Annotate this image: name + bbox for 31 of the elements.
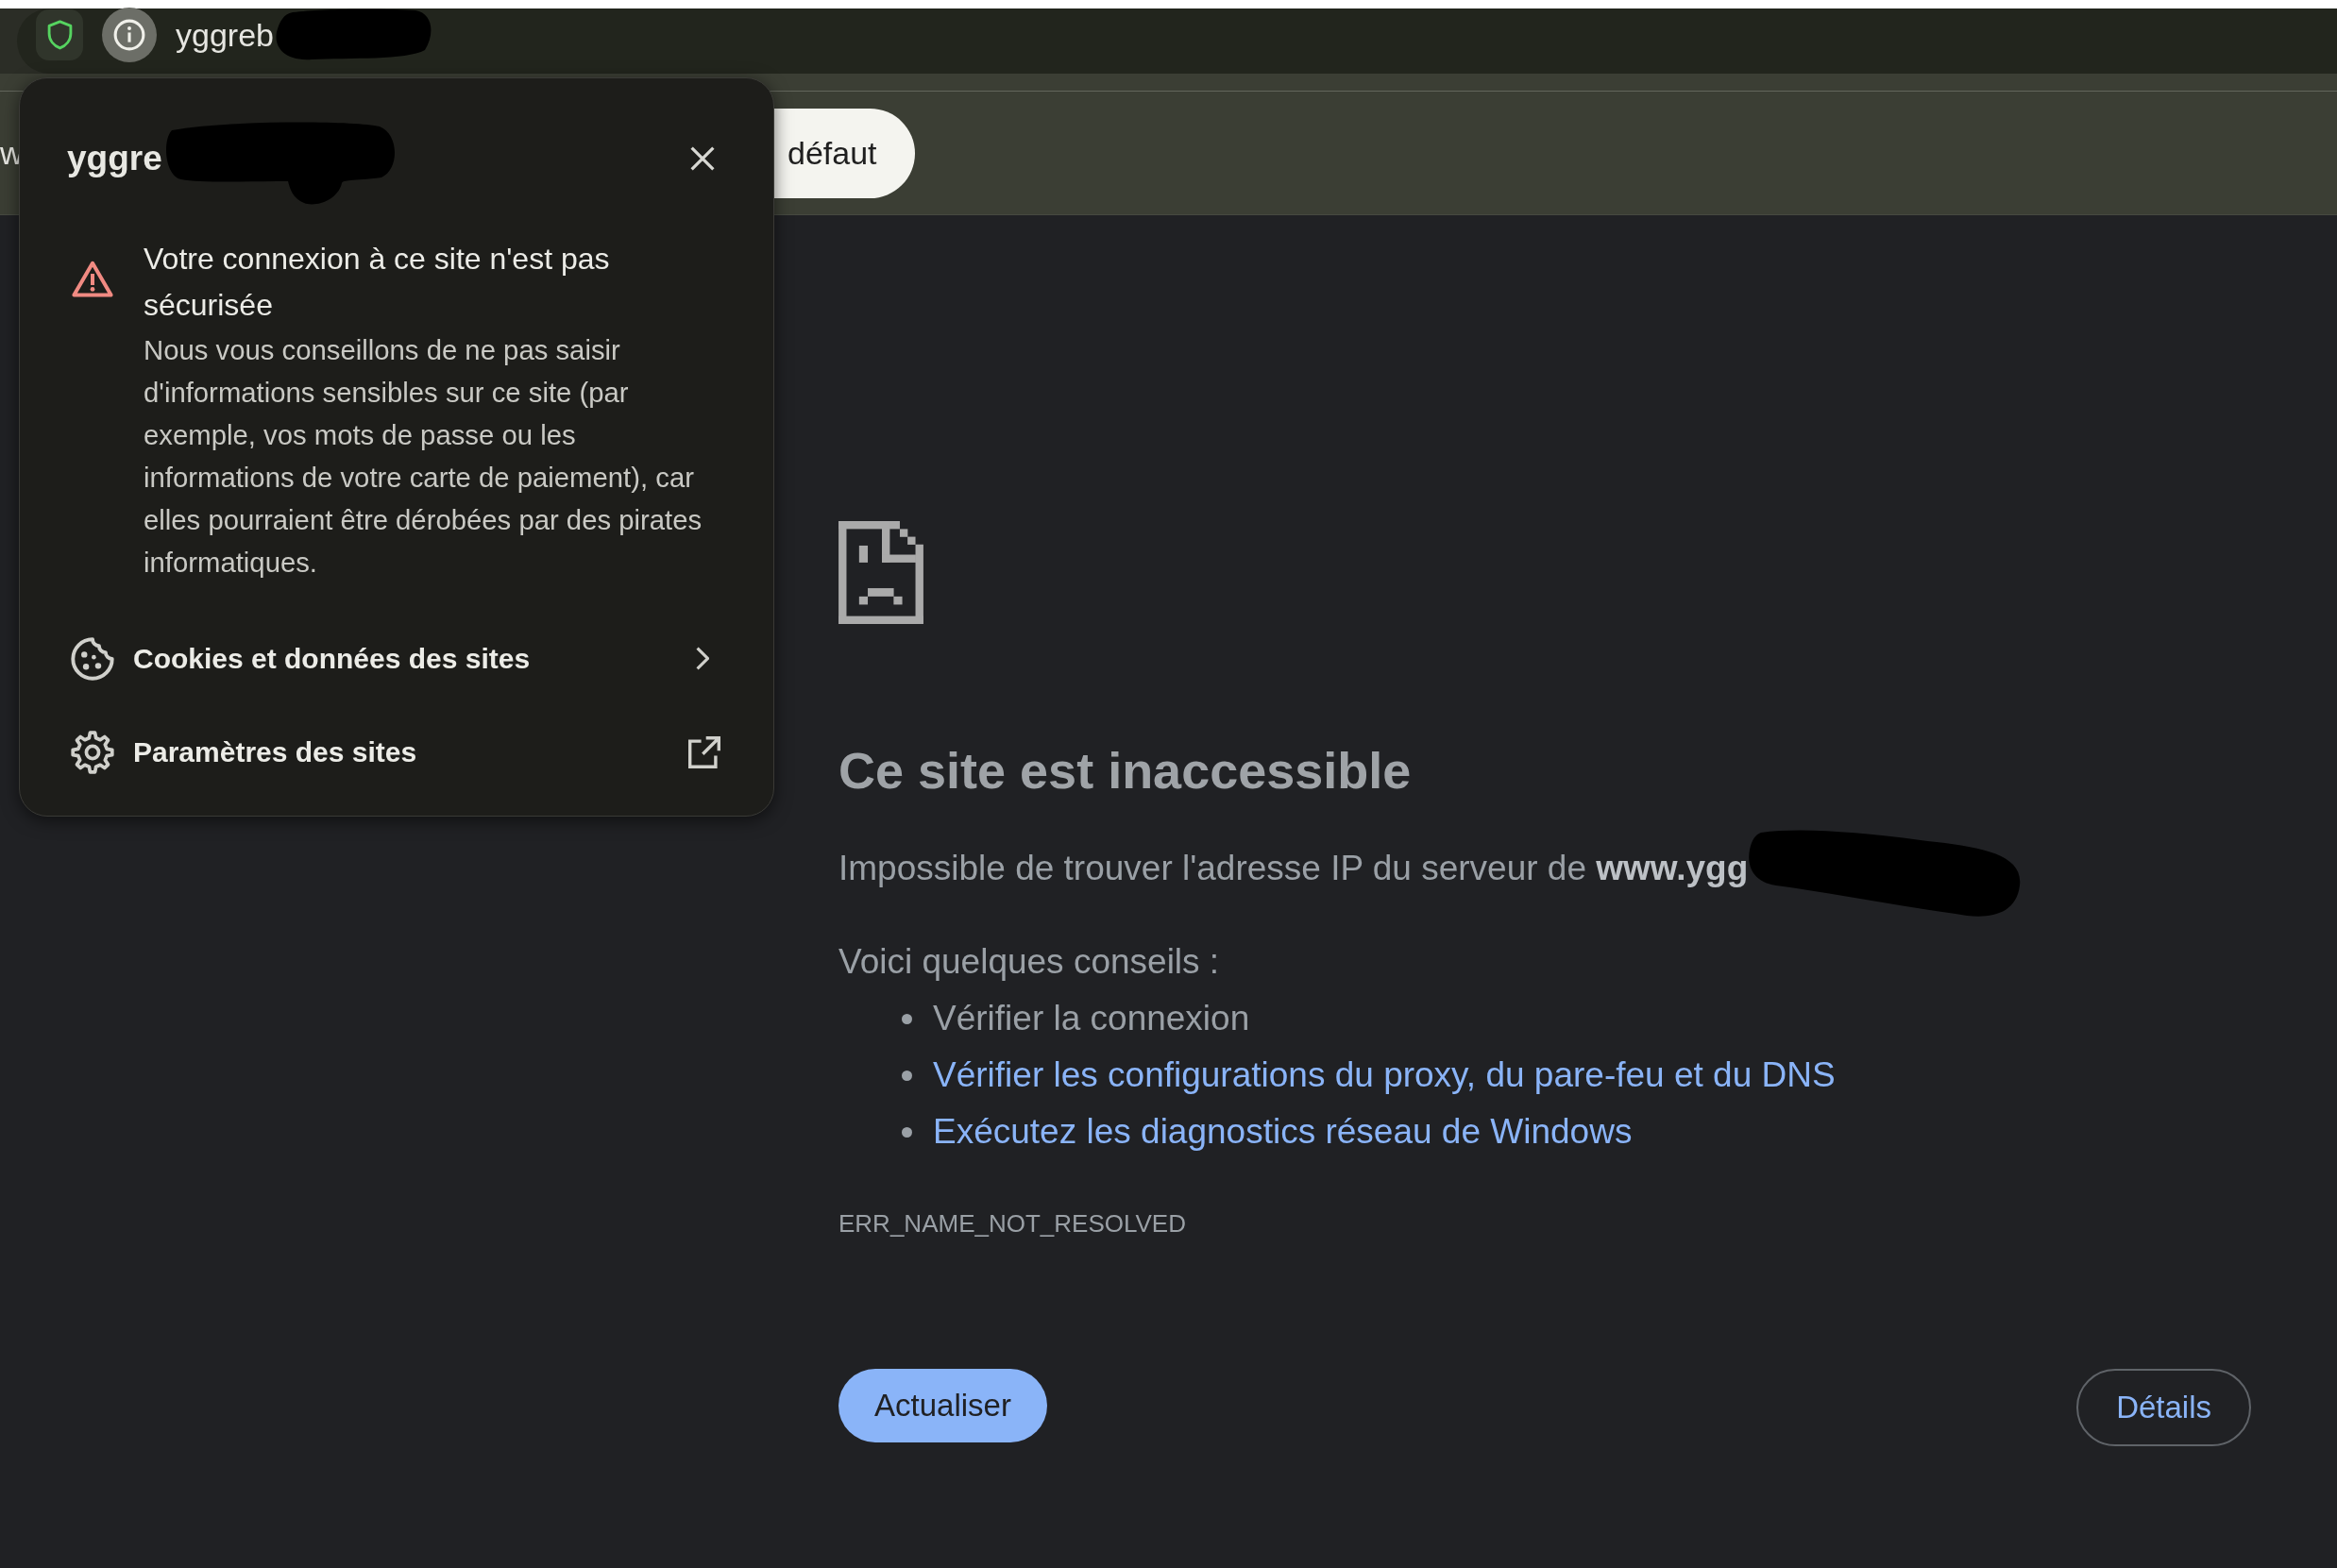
close-button[interactable]: [690, 146, 715, 171]
details-button[interactable]: Détails: [2076, 1369, 2251, 1446]
cookie-icon: [71, 636, 114, 681]
popup-title: yggre: [67, 138, 162, 179]
bullet-icon: [902, 1126, 912, 1138]
info-icon: [113, 19, 145, 51]
error-message: Impossible de trouver l'adresse IP du serveur de www.ygg: [838, 848, 1749, 889]
error-code: ERR_NAME_NOT_RESOLVED: [838, 1208, 1186, 1239]
site-info-button[interactable]: [102, 8, 157, 62]
bullet-icon: [902, 1070, 912, 1081]
tips-heading: Voici quelques conseils :: [838, 941, 1220, 983]
tip-text: Vérifier la connexion: [933, 998, 1250, 1039]
error-title: Ce site est inaccessible: [838, 741, 1412, 801]
warning-text: Nous vous conseillons de ne pas saisir d'informations sensibles sur ce site (par exemple, vos mots de passe ou les informations de votre carte de paiement), car elles pourraient être dérobées par des pirates informatiques.: [144, 333, 703, 580]
url-text: yggreb: [176, 16, 274, 54]
bullet-icon: [902, 1013, 912, 1024]
external-link-icon: [688, 735, 720, 768]
menu-item[interactable]: Paramètres des sites: [67, 705, 726, 799]
warning-heading: Votre connexion à ce site n'est pas sécurisée: [144, 241, 611, 324]
tip-link[interactable]: Vérifier les configurations du proxy, du pare-feu et du DNS: [933, 1054, 1836, 1096]
close-icon: [690, 146, 715, 171]
chevron-right-icon: [696, 647, 709, 670]
shield-button[interactable]: [36, 9, 83, 60]
tip-link[interactable]: Exécutez les diagnostics réseau de Windows: [933, 1111, 1633, 1153]
shield-icon: [46, 20, 73, 50]
gear-icon: [71, 730, 114, 774]
reload-button[interactable]: Actualiser: [838, 1369, 1047, 1442]
menu-item[interactable]: Cookies et données des sites: [67, 612, 726, 705]
sad-page-icon: [838, 521, 923, 624]
warning-icon: [71, 261, 114, 298]
address-bar[interactable]: yggreb: [17, 8, 2337, 74]
